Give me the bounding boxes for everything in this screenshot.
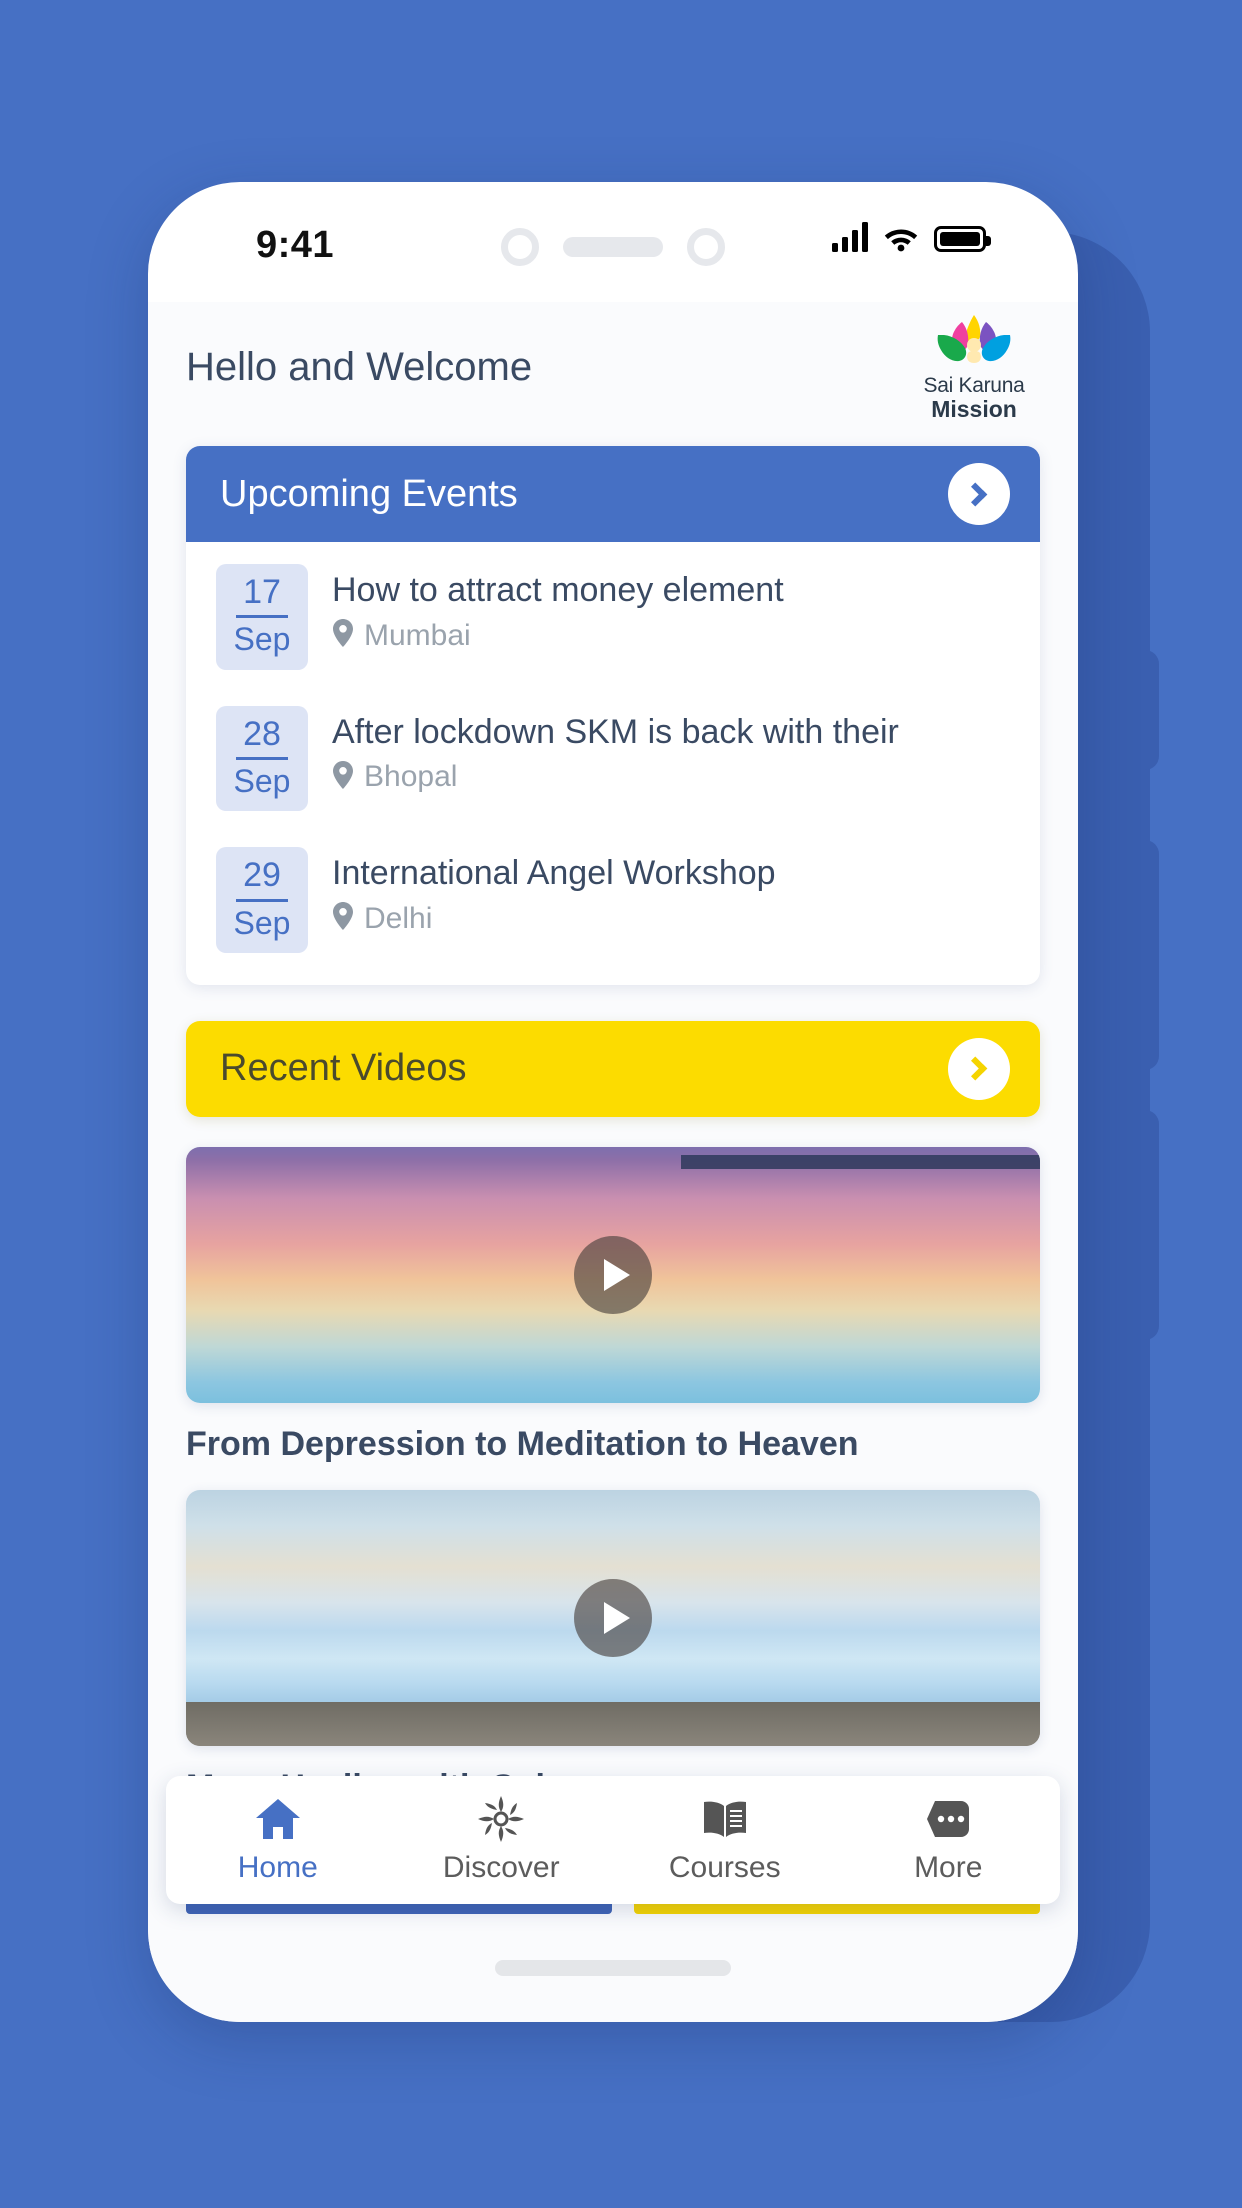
front-camera-icon [501,228,539,266]
video-thumbnail[interactable] [186,1146,1040,1403]
event-date-badge: 28 Sep [216,705,308,812]
event-list-item[interactable]: 29 Sep International Angel Workshop Delh… [186,829,1040,971]
play-icon[interactable] [574,1578,652,1657]
nav-item-courses[interactable]: Courses [613,1795,837,1885]
home-icon [255,1795,301,1843]
chevron-right-icon [962,481,987,507]
event-day: 28 [243,714,281,753]
phone-side-button-volume-up[interactable] [1131,840,1159,1070]
event-body: How to attract money element Mumbai [332,564,784,653]
event-city: Mumbai [364,618,471,652]
upcoming-events-card: Upcoming Events 17 Sep How to attract mo… [186,446,1040,985]
upcoming-events-header[interactable]: Upcoming Events [186,446,1040,542]
date-divider [236,615,288,619]
event-location: Delhi [332,902,776,936]
phone-notch [501,228,725,266]
event-day: 29 [243,856,281,895]
nav-label-discover: Discover [442,1851,560,1884]
event-month: Sep [233,762,291,799]
logo-text-line2: Mission [931,395,1017,422]
wifi-icon [882,222,920,252]
upcoming-events-title: Upcoming Events [220,472,518,515]
event-month: Sep [233,621,291,658]
more-dots-icon [925,1795,971,1843]
event-city: Delhi [364,901,433,935]
videos-list: From Depression to Meditation to Heaven … [148,1146,1078,1807]
home-indicator[interactable] [495,1960,731,1976]
event-title: After lockdown SKM is back with their [332,712,899,751]
sensor-icon [687,228,725,266]
event-location: Bhopal [332,760,899,794]
lotus-person-logo [918,313,1030,375]
nav-label-more: More [914,1851,983,1884]
battery-full-icon [934,226,991,252]
date-divider [236,756,288,760]
nav-label-home: Home [237,1851,318,1884]
video-title: From Depression to Meditation to Heaven [186,1424,859,1463]
phone-side-button-volume-down[interactable] [1131,1110,1159,1340]
nav-item-discover[interactable]: Discover [390,1795,614,1885]
nav-item-home[interactable]: Home [166,1795,390,1885]
status-bar: 9:41 [148,182,1078,302]
upcoming-events-see-all-button[interactable] [948,463,1010,525]
event-day: 17 [243,573,281,611]
event-body: After lockdown SKM is back with their Bh… [332,706,899,795]
status-bar-clock: 9:41 [256,224,335,266]
event-title: International Angel Workshop [332,854,776,893]
app-header: Hello and Welcome Sai Karuna Mission [148,302,1078,432]
event-body: International Angel Workshop Delhi [332,847,776,936]
event-city: Bhopal [364,760,458,794]
logo-text-line1: Sai Karuna [923,373,1025,397]
event-list-item[interactable]: 17 Sep How to attract money element Mumb… [186,546,1040,688]
recent-videos-title: Recent Videos [220,1047,467,1090]
nav-label-courses: Courses [668,1851,781,1884]
events-list: 17 Sep How to attract money element Mumb… [186,542,1040,985]
event-date-badge: 29 Sep [216,847,308,953]
chevron-right-icon [962,1056,987,1081]
play-icon[interactable] [574,1235,652,1314]
recent-videos-header[interactable]: Recent Videos [186,1020,1040,1117]
nav-item-more[interactable]: More [837,1795,1061,1885]
event-date-badge: 17 Sep [216,564,308,670]
date-divider [236,898,288,902]
map-pin-icon [332,619,354,652]
phone-frame: 9:41 Hello and Welcome Sai Karuna Missio… [148,182,1078,2022]
video-thumbnail[interactable] [186,1489,1040,1746]
recent-videos-see-all-button[interactable] [948,1037,1010,1100]
app-screen: Hello and Welcome Sai Karuna Mission Upc… [148,302,1078,2022]
bottom-navigation-bar: Home Discover Courses More [166,1776,1060,1904]
event-list-item[interactable]: 28 Sep After lockdown SKM is back with t… [186,688,1040,830]
map-pin-icon [332,902,354,935]
signal-bars-icon [832,222,868,252]
event-location: Mumbai [332,619,784,653]
screenshot-stage: 9:41 Hello and Welcome Sai Karuna Missio… [0,0,1242,2208]
earpiece-speaker [563,237,663,257]
app-logo: Sai Karuna Mission [908,313,1040,421]
event-month: Sep [233,904,291,941]
map-pin-icon [332,760,354,794]
flower-star-icon [478,1795,525,1843]
event-title: How to attract money element [332,571,784,609]
open-book-icon [702,1795,748,1843]
status-bar-icons [832,222,991,252]
greeting-text: Hello and Welcome [186,344,533,389]
phone-side-button-silent[interactable] [1131,650,1159,770]
